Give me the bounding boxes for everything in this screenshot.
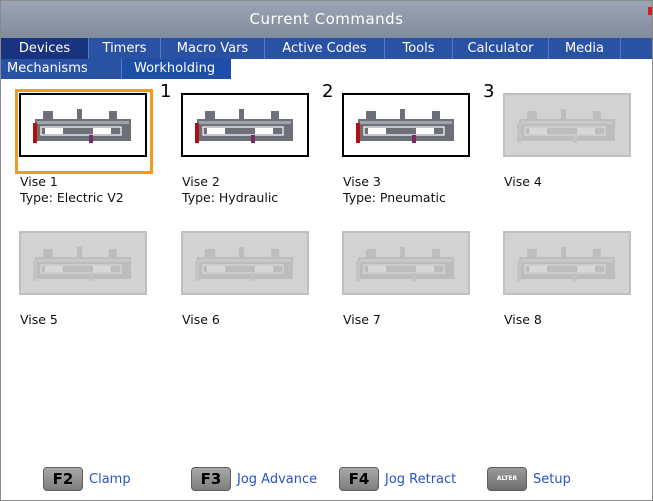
- vise-4-name: Vise 4: [504, 174, 542, 189]
- vise-2-thumbnail[interactable]: [181, 93, 309, 157]
- subtab-bar: Mechanisms Workholding: [1, 59, 652, 79]
- alter-key-icon[interactable]: ALTER: [487, 467, 527, 491]
- vise-7-name: Vise 7: [343, 312, 381, 327]
- tab-devices[interactable]: Devices: [1, 38, 89, 59]
- f4-key-icon[interactable]: F4: [339, 467, 379, 491]
- tab-media[interactable]: Media: [549, 38, 621, 59]
- vise-7-thumbnail[interactable]: [342, 231, 470, 295]
- vise-1-name: Vise 1: [20, 174, 58, 189]
- vise-1-number: 1: [160, 81, 172, 102]
- f3-jog-advance-button[interactable]: F3 Jog Advance: [191, 467, 317, 491]
- jog-advance-label[interactable]: Jog Advance: [237, 472, 317, 487]
- vise-icon: [33, 247, 131, 281]
- vise-6-name: Vise 6: [182, 312, 220, 327]
- tab-timers[interactable]: Timers: [89, 38, 161, 59]
- alter-setup-button[interactable]: ALTER Setup: [487, 467, 571, 491]
- vise-3-type: Type: Pneumatic: [343, 190, 446, 205]
- subtab-mechanisms[interactable]: Mechanisms: [1, 59, 121, 79]
- tab-macro-vars[interactable]: Macro Vars: [161, 38, 265, 59]
- vise-icon: [195, 109, 293, 143]
- vise-icon: [517, 247, 615, 281]
- vise-icon: [517, 109, 615, 143]
- vise-2-number: 2: [322, 81, 334, 102]
- tab-tools[interactable]: Tools: [385, 38, 453, 59]
- vise-2-type: Type: Hydraulic: [182, 190, 279, 205]
- f4-jog-retract-button[interactable]: F4 Jog Retract: [339, 467, 456, 491]
- vise-8-name: Vise 8: [504, 312, 542, 327]
- window-title: Current Commands: [1, 1, 652, 38]
- vise-icon: [356, 247, 454, 281]
- vise-3-number: 3: [483, 81, 495, 102]
- close-indicator-icon: [648, 7, 652, 15]
- subtab-workholding[interactable]: Workholding: [121, 59, 231, 79]
- vise-2-name: Vise 2: [182, 174, 220, 189]
- tab-calculator[interactable]: Calculator: [453, 38, 549, 59]
- vise-icon: [33, 109, 131, 143]
- clamp-label[interactable]: Clamp: [89, 472, 131, 487]
- vise-1-thumbnail[interactable]: [19, 93, 147, 157]
- vise-icon: [356, 109, 454, 143]
- f2-clamp-button[interactable]: F2 Clamp: [43, 467, 131, 491]
- vise-3-name: Vise 3: [343, 174, 381, 189]
- vise-8-thumbnail[interactable]: [503, 231, 631, 295]
- tab-active-codes[interactable]: Active Codes: [265, 38, 385, 59]
- vise-icon: [195, 247, 293, 281]
- vise-5-thumbnail[interactable]: [19, 231, 147, 295]
- f3-key-icon[interactable]: F3: [191, 467, 231, 491]
- tab-bar: Devices Timers Macro Vars Active Codes T…: [1, 38, 652, 59]
- jog-retract-label[interactable]: Jog Retract: [385, 472, 456, 487]
- f2-key-icon[interactable]: F2: [43, 467, 83, 491]
- vise-6-thumbnail[interactable]: [181, 231, 309, 295]
- vise-1-type: Type: Electric V2: [20, 190, 124, 205]
- current-commands-window: Current Commands Devices Timers Macro Va…: [0, 0, 653, 501]
- vise-4-thumbnail[interactable]: [503, 93, 631, 157]
- setup-label[interactable]: Setup: [533, 472, 571, 487]
- vise-3-thumbnail[interactable]: [342, 93, 470, 157]
- vise-5-name: Vise 5: [20, 312, 58, 327]
